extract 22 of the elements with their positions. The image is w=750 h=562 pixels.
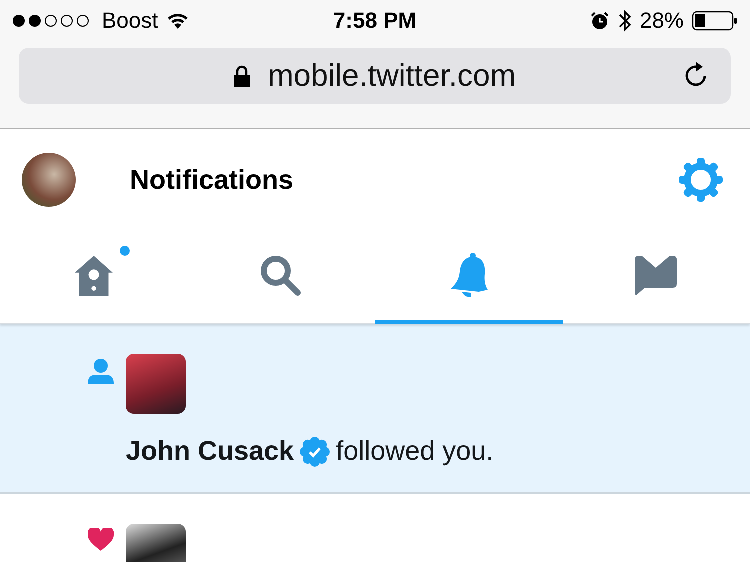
notification-text: followed you.: [336, 436, 494, 467]
unread-dot: [120, 246, 130, 256]
search-icon: [259, 254, 304, 298]
clock-time: 7:58 PM: [332, 8, 418, 34]
carrier-name: Boost: [102, 8, 158, 34]
verified-badge-icon: [300, 436, 330, 466]
user-name[interactable]: John Cusack: [126, 436, 294, 467]
address-bar[interactable]: mobile.twitter.com: [19, 48, 731, 104]
bell-icon: [448, 252, 489, 300]
heart-icon: [88, 528, 114, 552]
alarm-clock-icon: [590, 11, 610, 31]
page-title: Notifications: [130, 164, 295, 196]
wifi-icon: [166, 12, 190, 30]
bluetooth-icon: [618, 9, 632, 33]
lock-icon: [234, 65, 250, 87]
battery-icon: [692, 11, 738, 31]
notification-item[interactable]: John Cusack followed you.: [0, 324, 750, 494]
person-icon: [87, 358, 115, 386]
battery-percentage: 28%: [640, 8, 684, 34]
profile-avatar[interactable]: [22, 153, 76, 207]
envelope-icon: [633, 256, 680, 296]
settings-icon[interactable]: [678, 157, 724, 203]
